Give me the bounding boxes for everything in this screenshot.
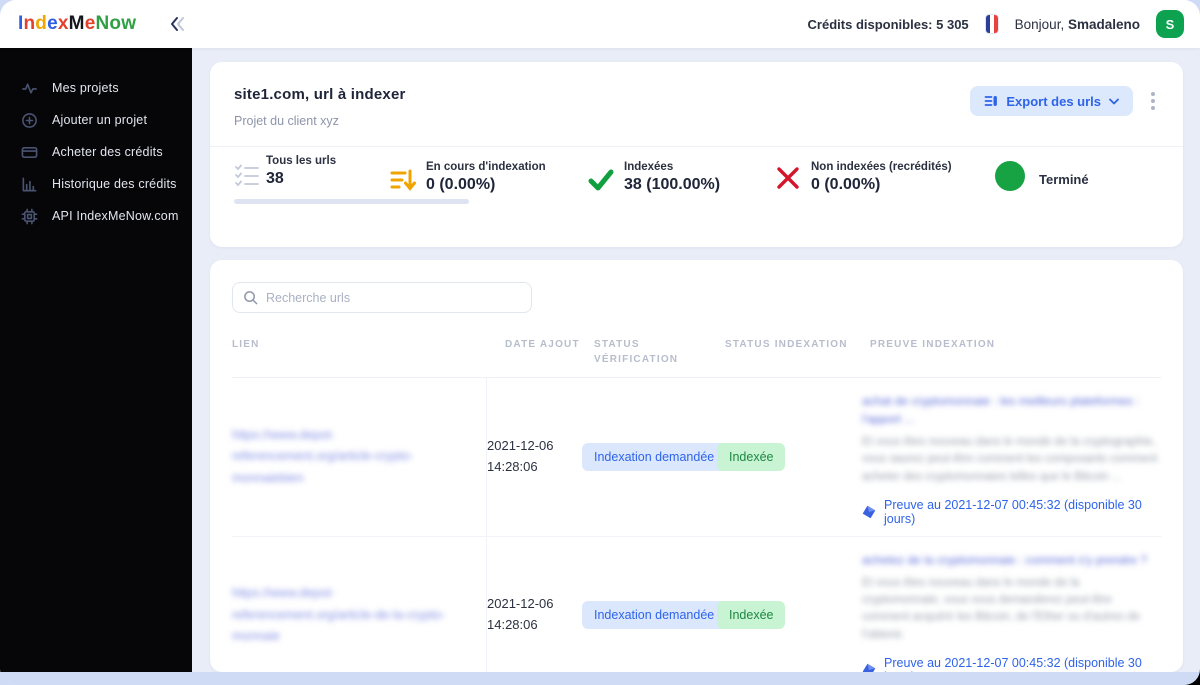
app-window: IndexMeNow Crédits disponibles: 5 305 Bo… [0,0,1200,685]
stat-value: 38 (100.00%) [624,176,721,193]
table-row[interactable]: https://www.depot-referencement.org/arti… [232,536,1161,672]
checklist-icon [234,161,260,192]
proof-link[interactable]: Preuve au 2021-12-07 00:45:32 (disponibl… [862,498,1161,526]
project-summary-card: site1.com, url à indexer Projet du clien… [210,62,1183,247]
sidebar-item-mes-projets[interactable]: Mes projets [0,72,192,104]
french-flag-icon[interactable] [984,14,999,34]
proof-cell: achat de cryptomonnaie : les meilleurs p… [862,378,1161,536]
stat-en-cours: En cours d'indexation 0 (0.00%) [426,161,546,194]
stat-label: Non indexées (recrédités) [811,161,952,173]
stat-label: En cours d'indexation [426,161,546,173]
kebab-menu-button[interactable] [1147,86,1159,116]
stat-non-indexees: Non indexées (recrédités) 0 (0.00%) [811,161,952,194]
app-logo[interactable]: IndexMeNow [18,13,136,35]
cross-icon [775,165,801,196]
credits-available: Crédits disponibles: 5 305 [807,16,969,32]
sidebar-collapse-button[interactable] [168,15,190,33]
proof-body-redacted: Et vous êtes nouveau dans le monde de la… [862,436,1158,483]
stat-value: 38 [266,170,284,187]
bottom-strip [0,672,1200,685]
gem-icon [861,661,878,672]
proof-title-redacted: achetez de la cryptomonnaie : comment s'… [862,552,1148,567]
plus-circle-icon [20,111,38,129]
top-header: IndexMeNow Crédits disponibles: 5 305 Bo… [0,0,1200,48]
export-icon [984,96,998,106]
export-urls-button[interactable]: Export des urls [970,86,1133,116]
table-header: LIEN DATE AJOUT STATUS VÉRIFICATION STAT… [232,337,1161,378]
user-greeting: Bonjour, Smadaleno [1015,17,1140,32]
stat-value: 0 (0.00%) [811,176,881,193]
logo-letter: n [23,13,36,34]
sidebar-item-label: Historique des crédits [52,177,177,191]
logo-letter: o [109,13,122,34]
column-header-lien: LIEN [232,339,260,350]
green-circle-icon [995,161,1025,191]
stats-row: Tous les urls 38 En cours d'indexation 0… [234,147,1159,237]
user-name: Smadaleno [1067,16,1140,32]
sidebar-item-ajouter-projet[interactable]: Ajouter un projet [0,104,192,136]
urls-table-card: LIEN DATE AJOUT STATUS VÉRIFICATION STAT… [210,260,1183,672]
logo-letter: e [84,13,96,34]
logo-letter: e [47,13,58,34]
column-header-date-ajout: DATE AJOUT [505,339,580,350]
search-icon [244,291,258,305]
sidebar-item-api[interactable]: API IndexMeNow.com [0,200,192,232]
project-subtitle: Projet du client xyz [234,114,339,128]
proof-link-label: Preuve au 2021-12-07 00:45:32 (disponibl… [884,655,1142,672]
proof-body-redacted: Et vous êtes nouveau dans le monde de la… [862,576,1140,641]
stat-value: 0 (0.00%) [426,176,496,193]
column-header-status-verification: STATUS VÉRIFICATION [594,339,679,365]
sidebar-item-historique-credits[interactable]: Historique des crédits [0,168,192,200]
logo-letter: N [95,13,110,34]
date-added: 2021-12-06 14:28:06 [487,596,554,633]
sidebar-item-label: Acheter des crédits [52,145,163,159]
logo-letter: M [68,13,85,34]
stat-label: Indexées [624,161,674,173]
search-input[interactable] [266,290,521,305]
column-header-status-indexation: STATUS INDEXATION [725,339,848,350]
logo-letter: d [35,13,48,34]
sidebar-item-label: Ajouter un projet [52,113,148,127]
activity-icon [20,79,38,97]
sidebar-item-acheter-credits[interactable]: Acheter des crédits [0,136,192,168]
progress-bar [234,199,469,204]
credit-card-icon [20,143,38,161]
check-icon [588,167,614,198]
export-urls-label: Export des urls [1006,93,1101,109]
main-content: site1.com, url à indexer Projet du clien… [192,48,1200,672]
stat-label: Tous les urls [266,155,337,167]
table-row[interactable]: https://www.depot-referencement.org/arti… [232,378,1161,537]
avatar[interactable]: S [1156,10,1184,38]
stat-total-urls: Tous les urls 38 [266,155,336,188]
sidebar: Mes projets Ajouter un projet Acheter de… [0,48,192,672]
page-title: site1.com, url à indexer [234,86,406,103]
double-chevron-left-icon [171,17,185,31]
bar-chart-icon [20,175,38,193]
status-indexation-badge: Indexée [717,442,786,471]
sidebar-item-label: Mes projets [52,81,119,95]
chevron-down-icon [1109,98,1119,104]
proof-title-redacted: achat de cryptomonnaie : les meilleurs p… [862,394,1140,426]
status-verification-badge: Indexation demandée [582,442,727,471]
gem-icon [861,503,878,520]
url-link-redacted[interactable]: https://www.depot-referencement.org/arti… [232,425,460,489]
status-verification-badge: Indexation demandée [582,601,727,630]
sidebar-item-label: API IndexMeNow.com [52,209,179,223]
status-indexation-badge: Indexée [717,601,786,630]
column-header-preuve-indexation: PREUVE INDEXATION [870,339,996,350]
proof-cell: achetez de la cryptomonnaie : comment s'… [862,537,1161,672]
logo-letter: x [57,13,69,34]
search-box[interactable] [232,282,532,313]
logo-letter: w [121,13,137,34]
url-link-redacted[interactable]: https://www.depot-referencement.org/arti… [232,583,460,647]
cpu-icon [20,207,38,225]
greeting-prefix: Bonjour, [1014,16,1065,32]
status-termine-label: Terminé [1039,172,1089,187]
proof-link[interactable]: Preuve au 2021-12-07 00:45:32 (disponibl… [862,656,1161,672]
proof-link-label: Preuve au 2021-12-07 00:45:32 (disponibl… [884,497,1142,526]
sort-down-icon [390,167,416,198]
stat-indexees: Indexées 38 (100.00%) [624,161,720,194]
date-added: 2021-12-06 14:28:06 [487,438,554,474]
